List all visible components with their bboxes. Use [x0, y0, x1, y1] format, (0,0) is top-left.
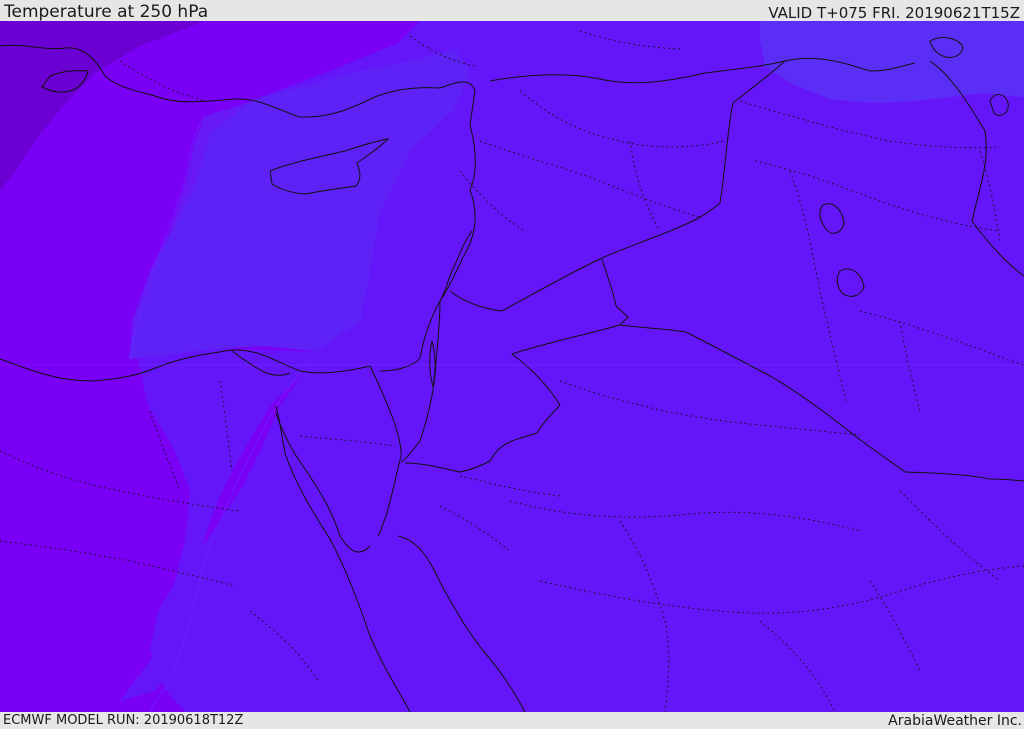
- temperature-map[interactable]: [0, 21, 1024, 712]
- model-run-label: ECMWF MODEL RUN: 20190618T12Z: [3, 713, 244, 728]
- map-footer: ECMWF MODEL RUN: 20190618T12Z ArabiaWeat…: [0, 712, 1024, 729]
- temperature-map-svg[interactable]: [0, 21, 1024, 712]
- map-header: Temperature at 250 hPa VALID T+075 FRI. …: [0, 0, 1024, 21]
- map-title: Temperature at 250 hPa: [4, 2, 209, 22]
- weather-map-page: Temperature at 250 hPa VALID T+075 FRI. …: [0, 0, 1024, 729]
- credit-label: ArabiaWeather Inc.: [888, 713, 1022, 729]
- forecast-valid-time: VALID T+075 FRI. 20190621T15Z: [768, 4, 1020, 22]
